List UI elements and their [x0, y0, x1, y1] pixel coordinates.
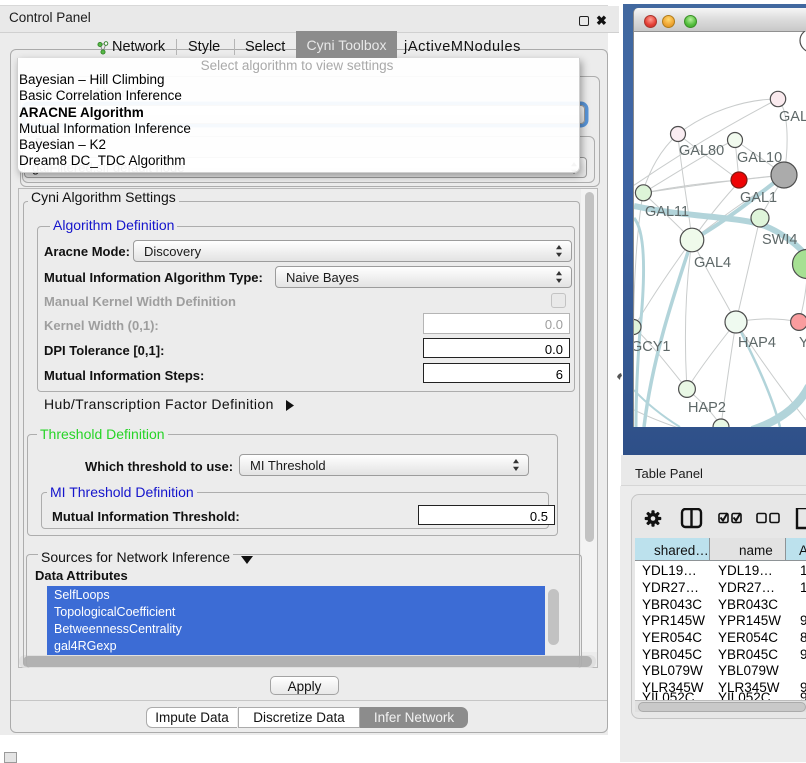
- svg-text:GAL80: GAL80: [679, 143, 724, 159]
- svg-text:SWI4: SWI4: [762, 232, 797, 248]
- svg-text:HAP4: HAP4: [738, 335, 776, 351]
- svg-text:HAP2: HAP2: [688, 400, 726, 416]
- svg-text:GAL10: GAL10: [737, 150, 782, 166]
- svg-text:GAL11: GAL11: [645, 204, 689, 220]
- svg-text:YJ: YJ: [799, 335, 806, 351]
- svg-text:GAL1: GAL1: [740, 190, 777, 206]
- svg-text:GAL4: GAL4: [694, 255, 731, 271]
- svg-text:GCY1: GCY1: [634, 339, 671, 355]
- svg-text:GAL7: GAL7: [779, 109, 806, 125]
